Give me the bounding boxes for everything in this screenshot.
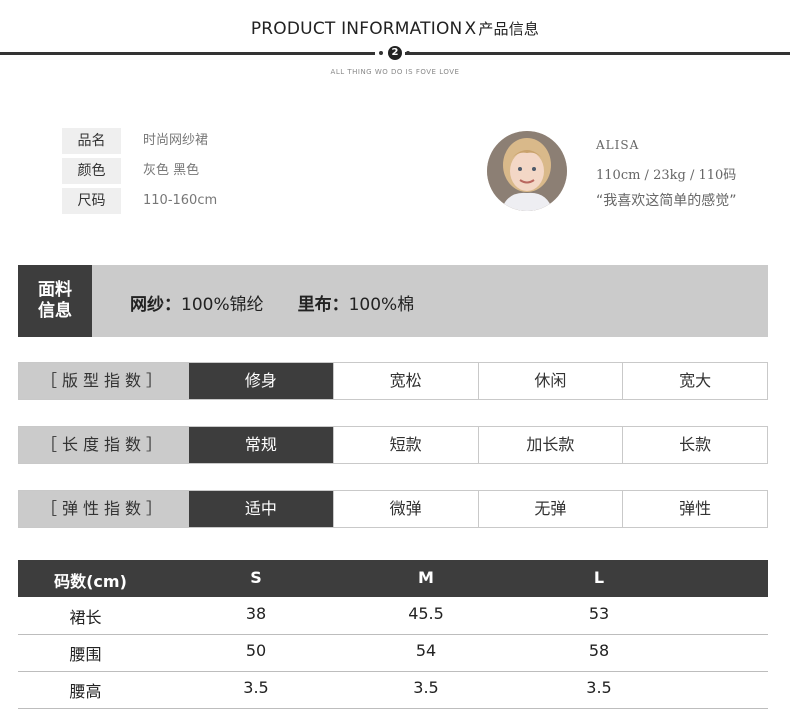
fit-index-label: ［版型指数］	[19, 363, 189, 399]
length-option-regular: 常规	[189, 427, 333, 463]
section-number-badge: 2	[388, 46, 402, 60]
table-row: 腰高 3.5 3.5 3.5	[18, 671, 768, 709]
header-rule-right	[405, 52, 790, 55]
row-value-m: 45.5	[408, 604, 444, 623]
row-label: 腰围	[69, 645, 102, 664]
length-index-row: ［长度指数］ 常规 短款 加长款 长款	[18, 426, 768, 464]
fabric-composition: 网纱：100%锦纶 里布：100%棉	[130, 295, 415, 315]
size-header-label: 码数(cm)	[54, 572, 127, 591]
fit-option-loose: 宽松	[332, 363, 478, 399]
title-separator: X	[464, 19, 477, 39]
length-option-extended: 加长款	[477, 427, 623, 463]
model-avatar	[487, 131, 567, 211]
model-portrait-icon	[487, 131, 567, 211]
table-row: 腰围 50 54 58	[18, 634, 768, 672]
product-size-value: 110-160cm	[143, 193, 218, 208]
product-name-value: 时尚网纱裙	[143, 133, 209, 148]
size-table-header: 码数(cm) S M L	[18, 560, 768, 597]
product-color-value: 灰色 黑色	[143, 163, 200, 178]
row-label: 裙长	[69, 608, 102, 627]
model-stats: 110cm / 23kg / 110码	[596, 168, 737, 183]
table-row: 裙长 38 45.5 53	[18, 597, 768, 635]
size-header-m: M	[418, 568, 434, 587]
size-header-s: S	[250, 568, 262, 587]
fit-option-slim: 修身	[189, 363, 333, 399]
elasticity-index-label: ［弹性指数］	[19, 491, 189, 527]
row-value-s: 38	[245, 604, 267, 623]
row-value-m: 54	[415, 641, 437, 660]
fit-index-row: ［版型指数］ 修身 宽松 休闲 宽大	[18, 362, 768, 400]
row-value-l: 53	[588, 604, 610, 623]
length-index-label: ［长度指数］	[19, 427, 189, 463]
product-size-label: 尺码	[62, 188, 121, 214]
header-rule-left	[0, 52, 375, 55]
row-value-s: 3.5	[243, 678, 269, 697]
product-name-label: 品名	[62, 128, 121, 154]
product-color-label: 颜色	[62, 158, 121, 184]
row-value-s: 50	[245, 641, 267, 660]
length-option-short: 短款	[332, 427, 478, 463]
row-label: 腰高	[69, 682, 102, 701]
section-subtitle: ALL THING WO DO IS FOVE LOVE	[330, 68, 460, 76]
size-header-l: L	[593, 568, 605, 587]
length-option-long: 长款	[622, 427, 767, 463]
fit-option-wide: 宽大	[622, 363, 767, 399]
fit-option-casual: 休闲	[477, 363, 623, 399]
header-dot-left	[379, 51, 383, 55]
model-name: ALISA	[596, 138, 640, 152]
section-title: PRODUCT INFORMATION X 产品信息	[250, 19, 540, 39]
elasticity-option-moderate: 适中	[189, 491, 333, 527]
elasticity-option-slight: 微弹	[332, 491, 478, 527]
fabric-info-tag: 面料 信息	[18, 265, 92, 337]
row-value-l: 58	[588, 641, 610, 660]
row-value-m: 3.5	[413, 678, 439, 697]
elasticity-index-row: ［弹性指数］ 适中 微弹 无弹 弹性	[18, 490, 768, 528]
elasticity-option-stretch: 弹性	[622, 491, 767, 527]
model-quote: “我喜欢这简单的感觉”	[596, 193, 737, 209]
row-value-l: 3.5	[586, 678, 612, 697]
elasticity-option-none: 无弹	[477, 491, 623, 527]
